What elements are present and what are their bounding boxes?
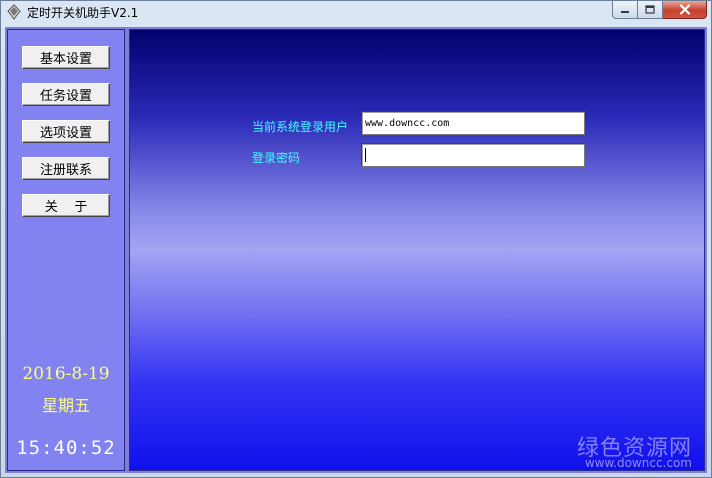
- task-settings-button[interactable]: 任务设置: [22, 83, 110, 106]
- current-date: 2016-8-19: [22, 364, 110, 384]
- sidebar-panel: 基本设置 任务设置 选项设置 注册联系 关 于 2016-8-19 星期五 15…: [7, 29, 125, 471]
- watermark-url: www.downcc.com: [584, 456, 692, 470]
- register-contact-button[interactable]: 注册联系: [22, 157, 110, 180]
- close-button[interactable]: [663, 1, 707, 19]
- basic-settings-button[interactable]: 基本设置: [22, 46, 110, 69]
- main-panel: 当前系统登录用户 登录密码 绿色资源网 www.downcc.com: [129, 29, 705, 471]
- maximize-button[interactable]: [638, 1, 663, 19]
- login-user-label: 当前系统登录用户: [252, 120, 349, 134]
- close-icon: [679, 4, 690, 15]
- password-label: 登录密码: [252, 151, 301, 165]
- password-input[interactable]: [361, 143, 585, 167]
- caption-buttons: [612, 1, 707, 20]
- window-title: 定时开关机助手V2.1: [27, 6, 139, 20]
- current-time: 15:40:52: [16, 437, 116, 459]
- title-bar[interactable]: 定时开关机助手V2.1: [1, 1, 711, 25]
- app-icon[interactable]: [6, 4, 22, 20]
- maximize-icon: [645, 5, 655, 14]
- option-settings-button[interactable]: 选项设置: [22, 120, 110, 143]
- text-caret: [365, 148, 366, 162]
- app-window: 定时开关机助手V2.1 基本设置 任务设置 选项设置 注册联系 关 于 2016…: [0, 0, 712, 478]
- minimize-icon: [621, 10, 629, 13]
- login-user-input[interactable]: [361, 111, 585, 135]
- minimize-button[interactable]: [612, 1, 638, 19]
- about-button[interactable]: 关 于: [22, 194, 110, 217]
- current-weekday: 星期五: [41, 396, 90, 415]
- client-area: 基本设置 任务设置 选项设置 注册联系 关 于 2016-8-19 星期五 15…: [5, 27, 707, 473]
